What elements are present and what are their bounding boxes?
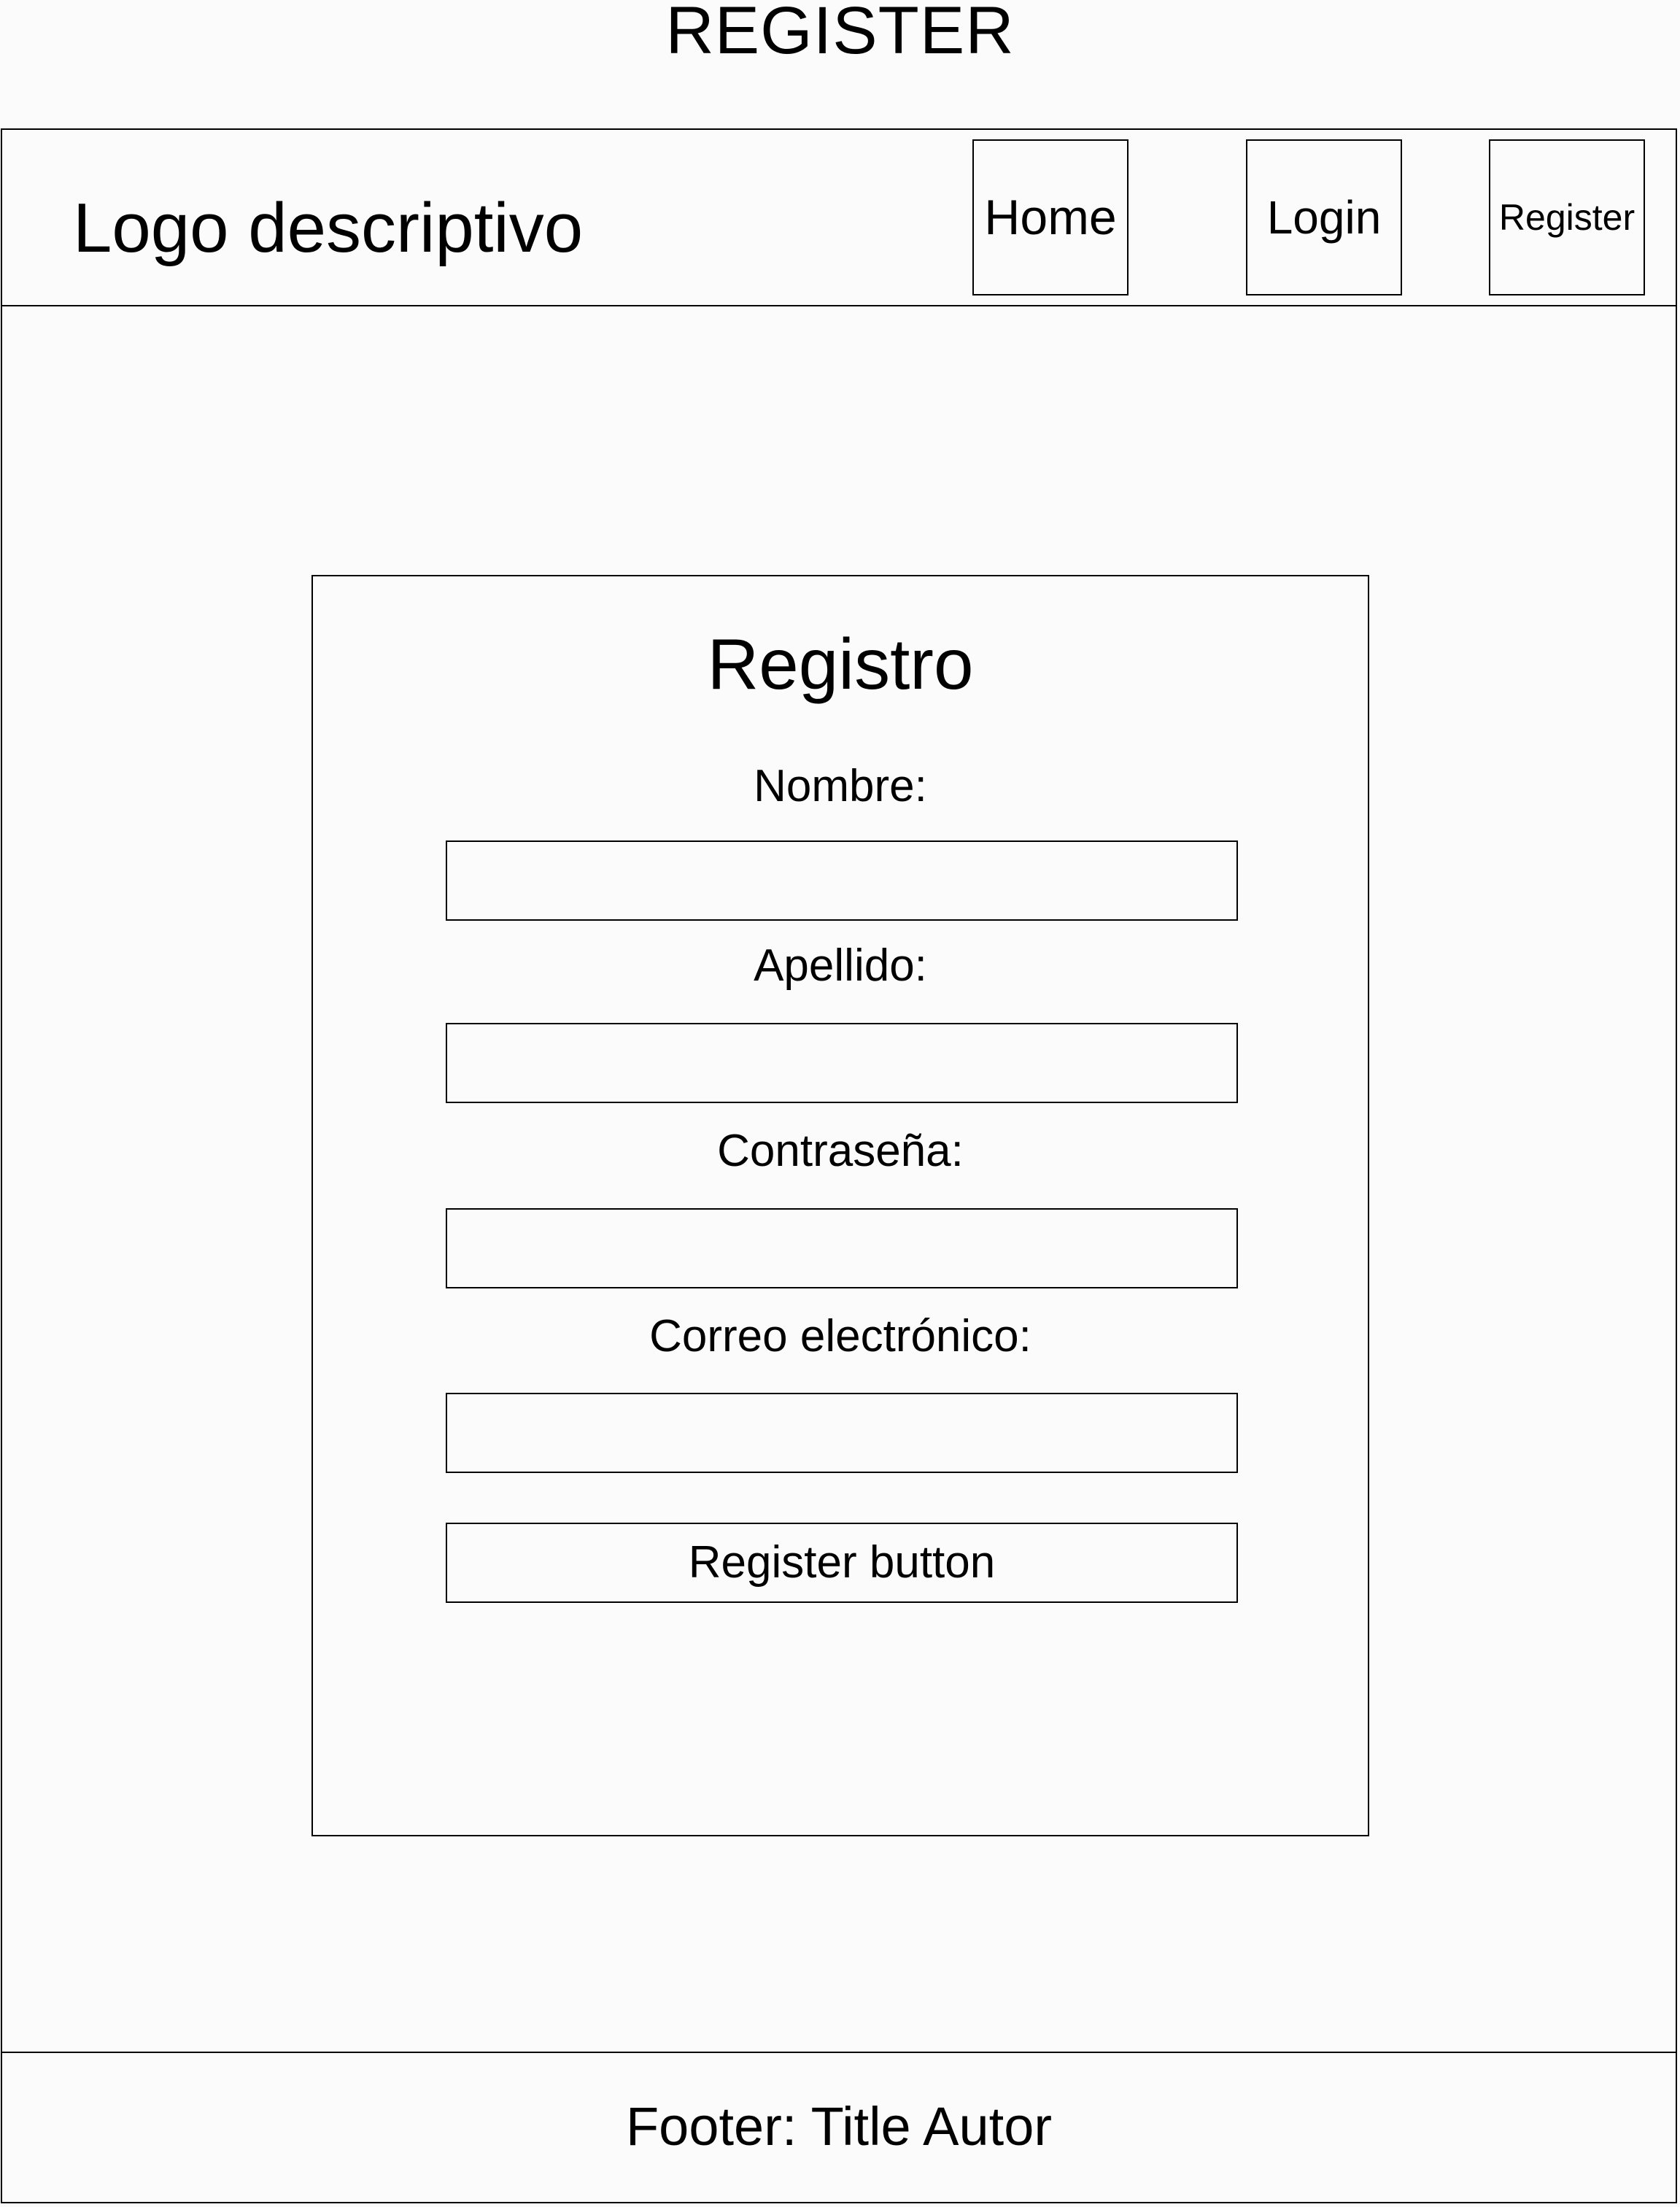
register-form-card: Registro Nombre: Apellido: Contraseña: C… <box>311 575 1369 1836</box>
site-header: Logo descriptivo Home Login Register <box>2 130 1676 306</box>
apellido-label: Apellido: <box>754 940 927 991</box>
nav-home-button[interactable]: Home <box>972 139 1129 295</box>
apellido-input[interactable] <box>446 1023 1238 1103</box>
correo-label: Correo electrónico: <box>649 1311 1031 1361</box>
nav-login-button[interactable]: Login <box>1246 139 1402 295</box>
form-title: Registro <box>707 624 974 704</box>
register-button[interactable]: Register button <box>446 1523 1238 1603</box>
logo: Logo descriptivo <box>73 189 584 267</box>
nav-register-button[interactable]: Register <box>1489 139 1645 295</box>
contrasena-input[interactable] <box>446 1208 1238 1288</box>
page-frame: Logo descriptivo Home Login Register Reg… <box>1 128 1677 2203</box>
site-footer: Footer: Title Autor <box>2 2052 1676 2202</box>
correo-input[interactable] <box>446 1393 1238 1473</box>
nombre-label: Nombre: <box>754 761 927 811</box>
contrasena-label: Contraseña: <box>717 1126 964 1176</box>
footer-text: Footer: Title Autor <box>625 2096 1053 2157</box>
nombre-input[interactable] <box>446 840 1238 921</box>
page-title: REGISTER <box>665 0 1015 68</box>
